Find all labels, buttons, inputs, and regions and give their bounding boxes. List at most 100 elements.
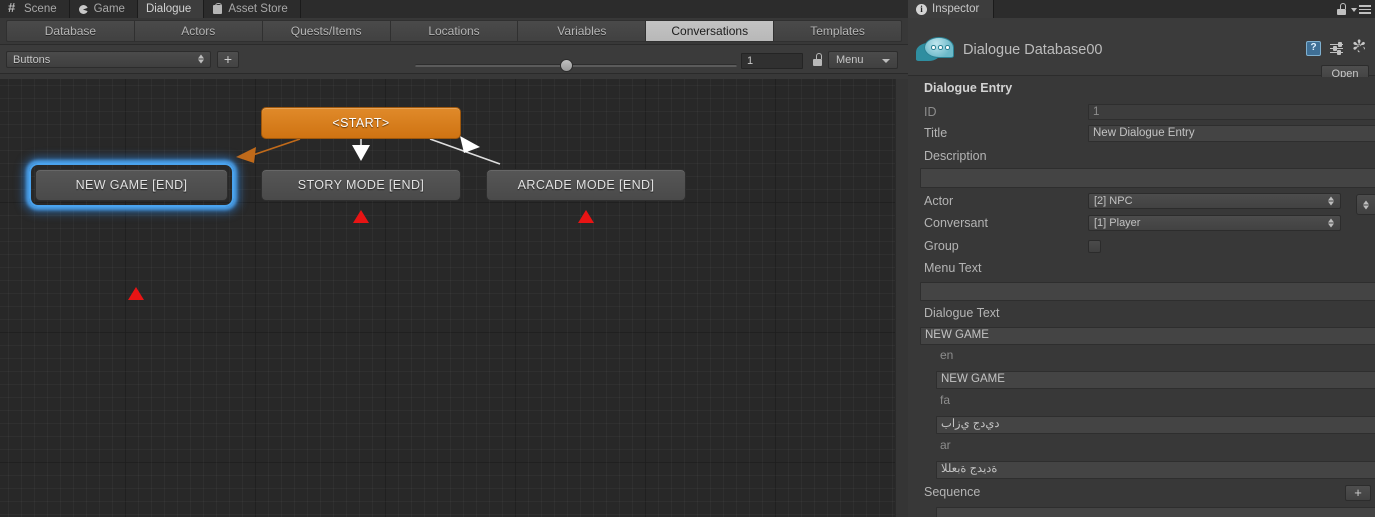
hamburger-icon: [1359, 5, 1371, 16]
localization-lang-ar: ar: [940, 438, 951, 452]
group-label: Group: [924, 239, 959, 253]
description-field[interactable]: [920, 168, 1375, 188]
conversation-toolbar: Buttons + 1 Menu: [0, 45, 908, 74]
chevron-updown-icon: [198, 54, 205, 65]
inspector-body: Dialogue Entry ID 1 Title New Dialogue E…: [908, 77, 1375, 517]
localization-value-ar[interactable]: اللعبة جديدة: [936, 461, 1375, 479]
title-field[interactable]: New Dialogue Entry: [1088, 125, 1375, 142]
preset-icon[interactable]: [1330, 42, 1344, 56]
id-label: ID: [924, 105, 937, 119]
window-tab-dialogue[interactable]: Dialogue: [137, 0, 205, 18]
node-new-game[interactable]: NEW GAME [END]: [35, 169, 228, 201]
menu-button-label: Menu: [836, 54, 864, 66]
node-start[interactable]: <START>: [261, 107, 461, 139]
swap-arrows-icon: [1363, 199, 1370, 210]
localization-value-en[interactable]: NEW GAME: [936, 371, 1375, 389]
sequence-add-button[interactable]: +: [1345, 485, 1371, 501]
game-pacman-icon: [78, 3, 90, 15]
window-tab-label: Game: [93, 3, 125, 15]
inspector-object-title: Dialogue Database00: [963, 42, 1103, 58]
conversation-select[interactable]: Buttons: [6, 50, 211, 68]
info-icon: i: [916, 3, 927, 15]
lock-body: [813, 59, 822, 66]
chevron-down-icon: [882, 59, 890, 63]
description-label: Description: [924, 149, 987, 163]
dialogue-text-field[interactable]: NEW GAME: [920, 327, 1375, 345]
node-label: STORY MODE [END]: [297, 178, 425, 192]
tab-inspector[interactable]: i Inspector: [908, 0, 995, 18]
node-marker-arcade-mode: [578, 210, 594, 223]
id-field: 1: [1088, 104, 1375, 120]
actor-label: Actor: [924, 194, 954, 208]
window-tab-scene[interactable]: Scene: [0, 0, 70, 18]
tab-quests-items[interactable]: Quests/Items: [261, 20, 390, 42]
node-marker-new-game: [128, 287, 144, 300]
conversant-label: Conversant: [924, 216, 988, 230]
zoom-slider-track: [415, 64, 737, 67]
inspector-header-icons: ?: [1306, 37, 1368, 57]
group-checkbox[interactable]: [1088, 240, 1101, 253]
window-tab-label: Scene: [24, 3, 57, 15]
conversation-node-canvas[interactable]: <START> NEW GAME [END] STORY MODE [END] …: [0, 79, 895, 517]
node-label: <START>: [332, 116, 390, 130]
inspector-tab-bar: i Inspector: [908, 0, 1375, 18]
zoom-value-field[interactable]: 1: [741, 53, 803, 69]
actor-dropdown-value: [2] NPC: [1094, 195, 1133, 207]
tab-actors[interactable]: Actors: [133, 20, 262, 42]
chevron-down-icon: [1351, 8, 1357, 13]
conversation-select-value: Buttons: [13, 53, 51, 66]
scene-grid-icon: [8, 2, 20, 15]
zoom-slider[interactable]: [415, 59, 737, 73]
dialogue-bubbles-icon: [916, 36, 960, 64]
dialogue-editor-window: Scene Game Dialogue Asset Store Database…: [0, 0, 1375, 517]
conversant-dropdown[interactable]: [1] Player: [1088, 215, 1341, 231]
window-tab-game[interactable]: Game: [69, 0, 138, 18]
lock-body: [1337, 9, 1346, 15]
dialogue-entry-section-title: Dialogue Entry: [924, 81, 1013, 95]
localization-value-fa[interactable]: باز‌ي جد‌يد: [936, 416, 1375, 434]
database-subtab-bar: Database Actors Quests/Items Locations V…: [0, 18, 908, 45]
tab-templates[interactable]: Templates: [773, 20, 903, 42]
node-arcade-mode[interactable]: ARCADE MODE [END]: [486, 169, 686, 201]
actor-dropdown[interactable]: [2] NPC: [1088, 193, 1341, 209]
node-marker-story-mode: [353, 210, 369, 223]
zoom-slider-thumb[interactable]: [560, 59, 573, 72]
tab-variables[interactable]: Variables: [517, 20, 646, 42]
menu-text-field[interactable]: [920, 282, 1375, 301]
inspector-pane: i Inspector Dialogue Database00 ? ✼ Open…: [908, 0, 1375, 517]
node-story-mode[interactable]: STORY MODE [END]: [261, 169, 461, 201]
window-tab-label: Asset Store: [228, 3, 288, 15]
window-tab-label: Dialogue: [145, 3, 192, 15]
gear-icon[interactable]: [1352, 37, 1368, 57]
tab-database[interactable]: Database: [6, 20, 134, 42]
conversant-dropdown-value: [1] Player: [1094, 217, 1141, 229]
bubble-dots: [931, 45, 950, 50]
menu-button[interactable]: Menu: [828, 51, 898, 69]
menu-text-label: Menu Text: [924, 261, 982, 275]
inspector-lock-icon[interactable]: [1337, 3, 1347, 15]
inspector-object-header: Dialogue Database00 ? Open: [908, 18, 1375, 82]
window-tab-filler: [300, 0, 908, 18]
tab-locations[interactable]: Locations: [389, 20, 518, 42]
lock-open-icon[interactable]: [812, 53, 823, 66]
window-tab-asset-store[interactable]: Asset Store: [204, 0, 301, 18]
chevron-updown-icon: [1328, 196, 1335, 207]
localization-lang-en: en: [940, 348, 954, 362]
sequence-label: Sequence: [924, 485, 981, 499]
inspector-tab-filler: [994, 0, 1375, 18]
swap-actor-conversant-button[interactable]: [1356, 194, 1375, 215]
add-conversation-button[interactable]: +: [217, 50, 239, 68]
plus-icon: +: [223, 50, 233, 67]
help-icon[interactable]: ?: [1306, 41, 1321, 56]
tab-conversations[interactable]: Conversations: [645, 20, 774, 42]
localization-lang-fa: fa: [940, 393, 951, 407]
window-tab-bar: Scene Game Dialogue Asset Store: [0, 0, 908, 18]
chevron-updown-icon: [1328, 218, 1335, 229]
canvas-vertical-scrollbar[interactable]: [895, 79, 908, 517]
inspector-menu-icon[interactable]: [1351, 5, 1371, 16]
dialogue-pane: Scene Game Dialogue Asset Store Database…: [0, 0, 908, 517]
node-label: ARCADE MODE [END]: [517, 178, 655, 192]
sequence-field[interactable]: [936, 507, 1375, 517]
node-label: NEW GAME [END]: [75, 178, 188, 192]
title-label: Title: [924, 126, 948, 140]
